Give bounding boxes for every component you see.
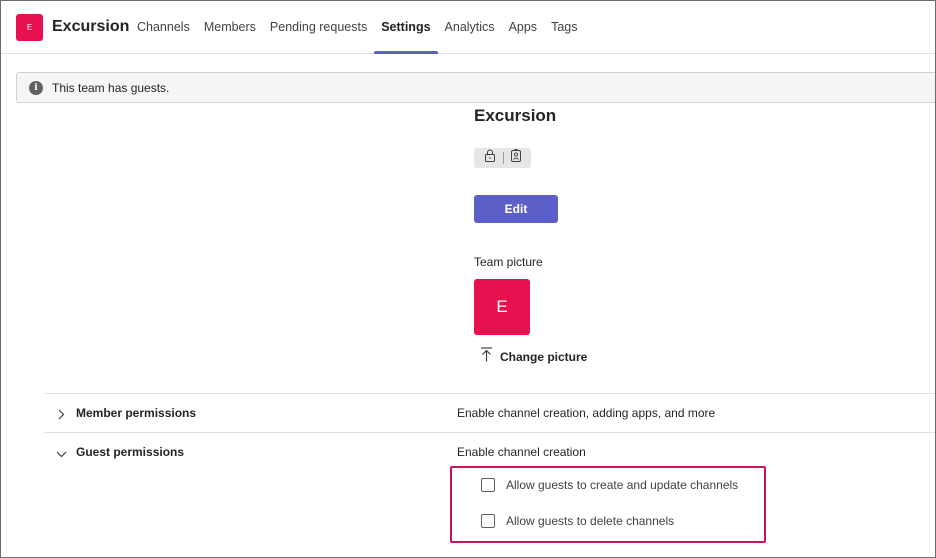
edit-button[interactable]: Edit	[474, 195, 558, 223]
team-name: Excursion	[52, 18, 130, 35]
checkbox[interactable]	[481, 514, 495, 528]
guest-delete-channels-option[interactable]: Allow guests to delete channels	[481, 512, 674, 530]
tab-channels[interactable]: Channels	[130, 0, 197, 54]
tab-analytics[interactable]: Analytics	[438, 0, 502, 54]
tab-tags[interactable]: Tags	[544, 0, 584, 54]
team-tabs: Channels Members Pending requests Settin…	[130, 0, 584, 54]
tab-members[interactable]: Members	[197, 0, 263, 54]
privacy-chip	[474, 148, 531, 168]
tab-pending-requests[interactable]: Pending requests	[263, 0, 374, 54]
banner-text: This team has guests.	[52, 80, 170, 95]
checkbox[interactable]	[481, 478, 495, 492]
member-permissions-description: Enable channel creation, adding apps, an…	[457, 406, 716, 420]
change-picture-button[interactable]: Change picture	[480, 347, 587, 367]
team-picture: E	[474, 279, 530, 335]
guest-permissions-title: Guest permissions	[76, 445, 185, 459]
member-permissions-title: Member permissions	[76, 406, 197, 420]
team-picture-label: Team picture	[474, 255, 543, 269]
guest-permissions-description: Enable channel creation	[457, 445, 586, 459]
team-title: Excursion	[474, 106, 557, 125]
lock-icon	[484, 149, 496, 167]
team-avatar: E	[16, 14, 43, 41]
chevron-down-icon	[56, 446, 67, 464]
tab-apps[interactable]: Apps	[502, 0, 545, 54]
guest-create-channels-option[interactable]: Allow guests to create and update channe…	[481, 476, 738, 494]
guest-banner: i This team has guests.	[16, 72, 936, 103]
tab-settings[interactable]: Settings	[374, 0, 438, 54]
change-picture-label: Change picture	[500, 350, 588, 364]
upload-icon	[480, 347, 493, 367]
chevron-right-icon	[56, 407, 66, 425]
team-header: E Excursion Channels Members Pending req…	[0, 0, 936, 54]
badge-icon	[511, 149, 522, 167]
checkbox-label: Allow guests to create and update channe…	[506, 478, 739, 492]
member-permissions-section[interactable]: Member permissions Enable channel creati…	[44, 394, 936, 432]
chip-separator	[502, 152, 504, 164]
checkbox-label: Allow guests to delete channels	[506, 514, 675, 528]
info-icon: i	[29, 80, 43, 95]
